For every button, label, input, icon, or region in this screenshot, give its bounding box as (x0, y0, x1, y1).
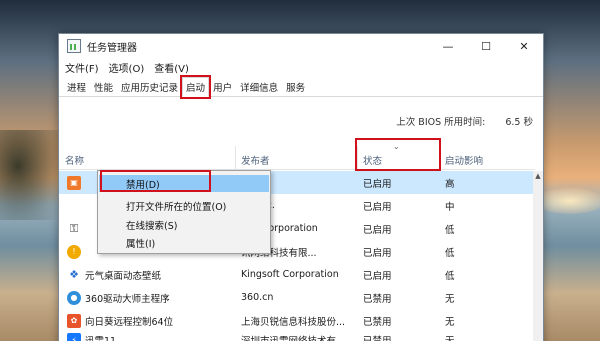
menu-file[interactable]: 文件(F) (65, 60, 99, 75)
row-status: 已禁用 (363, 316, 392, 328)
row-status: 已启用 (363, 178, 392, 190)
tab-app-history[interactable]: 应用历史记录 (117, 78, 182, 96)
window-title: 任务管理器 (87, 42, 137, 54)
tab-bar: 进程 性能 应用历史记录 启动 用户 详细信息 服务 (59, 75, 543, 99)
row-impact: 中 (445, 201, 455, 213)
context-open-file-location[interactable]: 打开文件所在的位置(O) (99, 197, 269, 214)
bios-time-value: 6.5 秒 (505, 117, 533, 128)
disable-highlight (100, 170, 211, 192)
row-publisher: 360.cn (241, 292, 274, 303)
table-header: 名称 发布者 状态 启动影响 (59, 146, 535, 170)
column-header-publisher[interactable]: 发布者 (241, 146, 270, 170)
row-publisher: 上海贝锐信息科技股份... (241, 316, 346, 328)
column-header-impact[interactable]: 启动影响 (445, 146, 483, 170)
tree-silhouette (0, 130, 60, 220)
scroll-up-arrow-icon[interactable]: ▲ (533, 171, 543, 181)
context-properties[interactable]: 属性(I) (99, 234, 269, 251)
table-row[interactable]: ❖ 元气桌面动态壁纸 Kingsoft Corporation 已启用 低 (59, 263, 535, 286)
vertical-scrollbar[interactable] (533, 171, 543, 341)
grid-app-icon: ❖ (69, 268, 79, 281)
table-row[interactable]: ● 360驱动大师主程序 360.cn 已禁用 无 (59, 286, 535, 309)
row-status: 已禁用 (363, 333, 433, 341)
tab-services[interactable]: 服务 (282, 78, 309, 96)
close-button[interactable]: ✕ (505, 34, 543, 58)
warning-icon: ! (67, 244, 81, 259)
row-impact: 无 (445, 293, 455, 305)
row-status: 已启用 (363, 224, 392, 236)
row-name: 360驱动大师主程序 (85, 293, 170, 305)
row-status: 已启用 (363, 270, 392, 282)
row-status: 已启用 (363, 247, 392, 259)
row-publisher: 深圳市迅雷网络技术有... (241, 333, 359, 341)
thunder-icon: ⚡ (67, 333, 81, 341)
row-name: 向日葵远程控制64位 (85, 316, 174, 328)
shield-icon: ⚿ (69, 221, 79, 235)
task-manager-icon (67, 39, 81, 53)
column-header-name[interactable]: 名称 (65, 146, 84, 170)
sunset-glow (535, 188, 600, 214)
row-impact: 无 (445, 333, 505, 341)
tab-details[interactable]: 详细信息 (236, 78, 282, 96)
orange-app-icon: ▣ (67, 175, 81, 190)
tab-users[interactable]: 用户 (209, 78, 236, 96)
status-column-highlight (355, 138, 441, 171)
row-publisher: Kingsoft Corporation (241, 269, 339, 280)
row-status: 已启用 (363, 201, 392, 213)
table-row[interactable]: ✿ 向日葵远程控制64位 上海贝锐信息科技股份... 已禁用 无 (59, 309, 535, 332)
table-row[interactable]: ⚡ 迅雷11 深圳市迅雷网络技术有... 已禁用 无 (59, 332, 535, 341)
tab-performance[interactable]: 性能 (90, 78, 117, 96)
bios-time-label: 上次 BIOS 所用时间: (396, 117, 486, 128)
row-impact: 无 (445, 316, 455, 328)
menu-bar: 文件(F) 选项(O) 查看(V) (59, 59, 199, 75)
360-icon: ● (67, 290, 81, 305)
row-status: 已禁用 (363, 293, 392, 305)
column-divider[interactable] (235, 146, 236, 170)
title-bar[interactable]: 任务管理器 — ☐ ✕ (59, 34, 543, 58)
row-impact: 低 (445, 224, 455, 236)
menu-view[interactable]: 查看(V) (154, 60, 189, 75)
tab-startup[interactable]: 启动 (180, 75, 212, 99)
maximize-button[interactable]: ☐ (467, 34, 505, 58)
minimize-button[interactable]: — (429, 34, 467, 58)
sunflower-icon: ✿ (67, 313, 81, 328)
row-impact: 高 (445, 178, 455, 190)
tab-processes[interactable]: 进程 (63, 78, 90, 96)
row-impact: 低 (445, 270, 455, 282)
row-name: 元气桌面动态壁纸 (85, 270, 162, 282)
bios-time: 上次 BIOS 所用时间: 6.5 秒 (396, 114, 533, 128)
menu-options[interactable]: 选项(O) (109, 60, 145, 75)
row-impact: 低 (445, 247, 455, 259)
row-name: 迅雷11 (85, 333, 233, 341)
context-search-online[interactable]: 在线搜索(S) (99, 216, 269, 233)
